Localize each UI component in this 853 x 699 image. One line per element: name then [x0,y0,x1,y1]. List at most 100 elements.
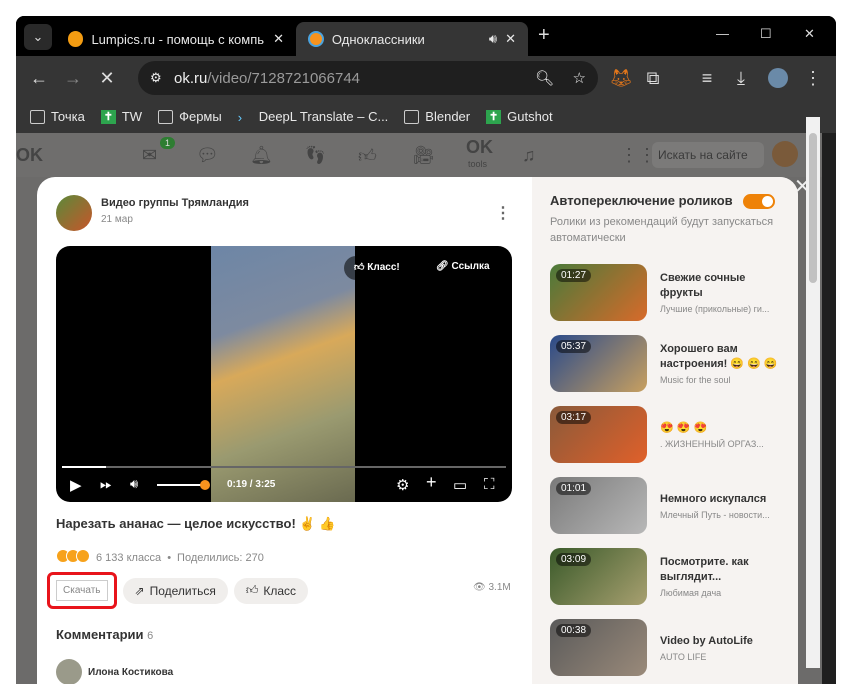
group-avatar[interactable] [56,195,92,231]
bookmark-tw[interactable]: ✝TW [101,109,142,124]
profile-avatar[interactable] [768,68,788,88]
video-title[interactable]: Хорошего вам настроения! 😄 😄 😄 [660,342,780,372]
notifications-icon[interactable]: 🔔︎ [250,145,273,166]
channel-name[interactable]: Music for the soul [660,375,780,385]
commenter-name[interactable]: Илона Костикова [88,667,173,678]
back-icon[interactable]: ← [22,68,56,89]
fullscreen-icon[interactable]: ⛶ [484,476,495,493]
link-button[interactable]: 🔗︎ Ссылка [426,256,500,280]
stop-icon[interactable]: ✕ [90,68,124,89]
video-thumbnail[interactable]: 03:09 [550,548,647,605]
video-controls: ▶ ⏩︎ 🔊︎ 0:19 / 3:25 ⚙ + ▭ ⛶ [56,472,512,500]
channel-name[interactable]: Млечный Путь - новости... [660,510,780,520]
video-title[interactable]: Свежие сочные фрукты [660,271,780,301]
minimize-button[interactable]: — [716,26,729,41]
menu-icon[interactable]: ⋮ [796,68,830,89]
media-icon[interactable]: ≡ [690,68,724,89]
tab-search-button[interactable]: ⌄ [24,24,52,50]
download-button[interactable]: Скачать [56,580,108,601]
video-icon[interactable]: 🎥︎ [412,145,435,166]
video-duration: 01:27 [556,269,591,282]
volume-slider[interactable] [157,484,203,486]
bookmark-blender[interactable]: Blender [404,109,470,124]
video-thumbnail[interactable]: 03:17 [550,406,647,463]
recommended-video[interactable]: 03:09 Посмотрите. как выглядит... Любимая … [550,548,780,605]
marks-icon[interactable]: 👍︎ [358,145,377,167]
channel-name[interactable]: Любимая дача [660,588,780,598]
tab-lumpics[interactable]: Lumpics.ru - помощь с компь ✕ [56,22,296,56]
close-icon[interactable]: ✕ [273,31,284,47]
close-window-button[interactable]: ✕ [804,26,815,42]
ok-tools-label: tools [468,159,487,169]
close-icon[interactable]: ✕ [505,31,516,47]
new-tab-button[interactable]: + [538,24,550,47]
video-player[interactable]: 👍︎ Класс! 🔗︎ Ссылка ▶ ⏩︎ 🔊︎ 0:19 / 3:25 … [56,246,512,502]
recommended-video[interactable]: 05:37 Хорошего вам настроения! 😄 😄 😄 Music… [550,335,780,392]
site-settings-icon[interactable]: ⚙ [150,70,162,86]
miniplayer-icon[interactable]: ▭ [453,476,467,494]
more-options-icon[interactable]: ⋮ [495,203,511,223]
commenter-avatar[interactable] [56,659,82,684]
maximize-button[interactable]: ☐ [760,26,772,42]
channel-name[interactable]: AUTO LIFE [660,652,780,662]
tab-odnoklassniki[interactable]: Одноклассники 🔊︎ ✕ [296,22,528,56]
recommended-video[interactable]: 01:01 Немного искупался Млечный Путь - нов… [550,477,780,534]
autoplay-toggle[interactable] [743,194,775,209]
video-thumbnail[interactable]: 01:01 [550,477,647,534]
extensions-icon[interactable]: ⧉ [636,68,670,89]
recommended-video[interactable]: 03:17 😍 😍 😍 . ЖИЗНЕННЫЙ ОРГАЗ... [550,406,780,463]
guests-icon[interactable]: 👣︎ [304,145,327,166]
bookmark-deepl[interactable]: ›DeepL Translate – C... [238,109,389,124]
klass-button[interactable]: 👍︎Класс [234,578,308,604]
download-icon[interactable]: ⤓ [724,68,758,89]
klass-count[interactable]: 6 133 класса [96,552,161,564]
views: 👁︎ 3.1M [473,582,511,593]
metamask-icon[interactable]: 🦊︎ [604,68,638,89]
next-icon[interactable]: ⏩︎ [100,476,112,493]
ok-tools-icon[interactable]: OK [466,137,493,158]
klass-video-button[interactable]: 👍︎ Класс! [344,256,410,280]
share-button[interactable]: ⇗Поделиться [123,578,228,604]
video-title[interactable]: Video by AutoLife [660,634,780,649]
music-icon[interactable]: ♫ [522,145,536,166]
messages-badge: 1 [160,137,175,149]
address-bar[interactable]: ⚙ ok.ru/video/7128721066744 🔍︎ ☆ [138,61,598,95]
site-search-input[interactable]: Искать на сайте [652,142,764,168]
group-name[interactable]: Видео группы Трямландия [101,197,249,209]
volume-knob[interactable] [200,480,210,490]
bookmark-gutshot[interactable]: ✝Gutshot [486,109,553,124]
page-scrollbar[interactable] [806,117,820,668]
scrollbar-thumb[interactable] [809,133,817,283]
video-title: Нарезать ананас — целое искусство! ✌️ 👍 [56,516,335,532]
channel-name[interactable]: Лучшие (прикольные) ги... [660,304,780,314]
bookmark-fermy[interactable]: Фермы [158,109,222,124]
video-thumbnail[interactable]: 05:37 [550,335,647,392]
video-title[interactable]: Посмотрите. как выглядит... [660,555,780,585]
video-title[interactable]: Немного искупался [660,492,780,507]
recommended-video[interactable]: 01:27 Свежие сочные фрукты Лучшие (приколь… [550,264,780,321]
settings-icon[interactable]: ⚙ [396,476,409,494]
play-icon[interactable]: ▶ [70,476,82,494]
video-thumbnail[interactable]: 01:27 [550,264,647,321]
autoplay-subtitle: Ролики из рекомендаций будут запускаться… [550,214,780,246]
bookmark-tochka[interactable]: Точка [30,109,85,124]
video-thumbnail[interactable]: 00:38 [550,619,647,676]
video-progress-bar[interactable] [62,466,506,468]
messages-icon[interactable]: ✉ [142,145,157,166]
volume-icon[interactable]: 🔊︎ [130,476,138,492]
zoom-icon[interactable]: 🔍︎ [535,69,554,87]
discussions-icon[interactable]: 💬︎ [196,145,219,166]
ok-favicon-icon [308,31,324,47]
apps-grid-icon[interactable]: ⋮⋮ [620,145,656,166]
channel-name[interactable]: . ЖИЗНЕННЫЙ ОРГАЗ... [660,439,780,449]
recommended-video[interactable]: 00:38 Video by AutoLife AUTO LIFE [550,619,780,676]
user-avatar[interactable] [772,141,798,167]
add-icon[interactable]: + [426,472,437,493]
reactions[interactable]: 6 133 класса • Поделились: 270 [56,549,264,566]
ok-logo[interactable]: OK [16,145,43,166]
speaker-icon[interactable]: 🔊︎ [489,31,497,47]
video-title[interactable]: 😍 😍 😍 [660,421,780,436]
forward-icon[interactable]: → [56,68,90,89]
star-icon[interactable]: ☆ [573,69,586,87]
toolbar: ← → ✕ ⚙ ok.ru/video/7128721066744 🔍︎ ☆ 🦊… [16,56,836,100]
